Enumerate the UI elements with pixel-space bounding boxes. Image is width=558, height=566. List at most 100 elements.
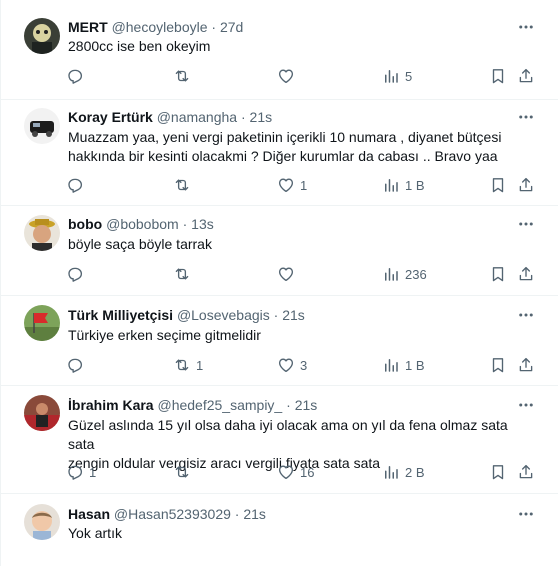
more-dots-icon[interactable] xyxy=(517,18,537,36)
tweet-header: Türk Milliyetçisi @Losevebagis · 21s xyxy=(68,306,305,324)
reply-button[interactable] xyxy=(66,355,89,375)
user-handle[interactable]: @Losevebagis xyxy=(177,307,270,323)
display-name[interactable]: MERT xyxy=(68,19,108,35)
view-count: 236 xyxy=(405,266,427,282)
display-name[interactable]: Hasan xyxy=(68,506,110,522)
reply-icon xyxy=(66,463,84,481)
bookmark-button[interactable] xyxy=(489,462,507,482)
share-button[interactable] xyxy=(517,462,535,482)
reply-button[interactable]: 1 xyxy=(66,462,96,482)
views-button[interactable]: 1 B xyxy=(382,355,425,375)
avatar[interactable] xyxy=(24,395,60,431)
more-dots-icon[interactable] xyxy=(517,108,537,126)
tweet-text: Yok artık xyxy=(68,524,538,543)
timestamp[interactable]: 13s xyxy=(191,216,214,232)
share-icon xyxy=(517,176,535,194)
tweet-header: Hasan @Hasan52393029 · 21s xyxy=(68,505,266,523)
timestamp[interactable]: 21s xyxy=(243,506,266,522)
user-handle[interactable]: @namangha xyxy=(157,109,237,125)
user-handle[interactable]: @hecoyleboyle xyxy=(112,19,208,35)
display-name[interactable]: İbrahim Kara xyxy=(68,397,154,413)
tweet-actions: 236 xyxy=(61,264,546,284)
views-button[interactable]: 236 xyxy=(382,264,427,284)
retweet-button[interactable] xyxy=(173,264,196,284)
tweet-ibrahim-kara[interactable]: İbrahim Kara @hedef25_sampiy_ · 21s Güze… xyxy=(1,386,558,494)
heart-icon xyxy=(277,463,295,481)
reply-button[interactable] xyxy=(66,175,89,195)
tweet-header: bobo @bobobom · 13s xyxy=(68,215,214,233)
share-icon xyxy=(517,67,535,85)
tweet-mert[interactable]: MERT @hecoyleboyle · 27d 2800cc ise ben … xyxy=(1,0,558,100)
user-handle[interactable]: @Hasan52393029 xyxy=(114,506,231,522)
like-button[interactable]: 1 xyxy=(277,175,307,195)
tweet-koray-erturk[interactable]: Koray Ertürk @namangha · 21s Muazzam yaa… xyxy=(1,100,558,206)
view-count: 5 xyxy=(405,68,413,84)
timestamp[interactable]: 21s xyxy=(282,307,305,323)
retweet-icon xyxy=(173,356,191,374)
avatar[interactable] xyxy=(24,18,60,54)
share-button[interactable] xyxy=(517,264,535,284)
retweet-button[interactable] xyxy=(173,462,196,482)
timestamp[interactable]: 21s xyxy=(295,397,318,413)
bookmark-icon xyxy=(489,176,507,194)
tweet-turk-milliyetcisi[interactable]: Türk Milliyetçisi @Losevebagis · 21s Tür… xyxy=(1,296,558,386)
share-button[interactable] xyxy=(517,66,535,86)
bookmark-button[interactable] xyxy=(489,175,507,195)
more-dots-icon[interactable] xyxy=(517,306,537,324)
views-button[interactable]: 2 B xyxy=(382,462,425,482)
like-button[interactable]: 16 xyxy=(277,462,314,482)
timestamp[interactable]: 27d xyxy=(220,19,243,35)
separator-dot: · xyxy=(211,19,217,35)
tweet-text: 2800cc ise ben okeyim xyxy=(68,37,538,56)
separator-dot: · xyxy=(234,506,240,522)
like-button[interactable] xyxy=(277,66,300,86)
tweet-hasan[interactable]: Hasan @Hasan52393029 · 21s Yok artık xyxy=(1,494,558,566)
bookmark-icon xyxy=(489,463,507,481)
views-button[interactable]: 5 xyxy=(382,66,412,86)
bookmark-icon xyxy=(489,356,507,374)
bookmark-button[interactable] xyxy=(489,264,507,284)
tweet-actions: 1 3 1 B xyxy=(61,355,546,375)
tweet-text-line: Yok artık xyxy=(68,525,122,541)
heart-icon xyxy=(277,67,295,85)
display-name[interactable]: Koray Ertürk xyxy=(68,109,153,125)
views-button[interactable]: 1 B xyxy=(382,175,425,195)
avatar[interactable] xyxy=(24,215,60,251)
retweet-button[interactable] xyxy=(173,175,196,195)
tweet-header: İbrahim Kara @hedef25_sampiy_ · 21s xyxy=(68,396,317,414)
reply-count: 1 xyxy=(89,464,97,480)
share-button[interactable] xyxy=(517,175,535,195)
retweet-button[interactable]: 1 xyxy=(173,355,203,375)
tweet-text-line: hakkında bir kesinti olacakmi ? Diğer ku… xyxy=(68,148,498,164)
timestamp[interactable]: 21s xyxy=(250,109,273,125)
avatar[interactable] xyxy=(24,504,60,540)
more-dots-icon[interactable] xyxy=(517,505,537,523)
display-name[interactable]: bobo xyxy=(68,216,102,232)
retweet-count: 1 xyxy=(196,357,204,373)
views-chart-icon xyxy=(382,356,400,374)
tweet-text-line: Türkiye erken seçime gitmelidir xyxy=(68,327,261,343)
avatar[interactable] xyxy=(24,108,60,144)
bookmark-button[interactable] xyxy=(489,66,507,86)
reply-icon xyxy=(66,265,84,283)
bookmark-button[interactable] xyxy=(489,355,507,375)
like-count: 1 xyxy=(300,177,308,193)
user-handle[interactable]: @hedef25_sampiy_ xyxy=(157,397,282,413)
more-dots-icon[interactable] xyxy=(517,396,537,414)
share-icon xyxy=(517,463,535,481)
reply-button[interactable] xyxy=(66,66,89,86)
avatar[interactable] xyxy=(24,305,60,341)
share-button[interactable] xyxy=(517,355,535,375)
reply-icon xyxy=(66,356,84,374)
tweet-bobo[interactable]: bobo @bobobom · 13s böyle saça böyle tar… xyxy=(1,206,558,296)
tweet-text: Türkiye erken seçime gitmelidir xyxy=(68,326,538,345)
display-name[interactable]: Türk Milliyetçisi xyxy=(68,307,173,323)
more-dots-icon[interactable] xyxy=(517,215,537,233)
views-chart-icon xyxy=(382,67,400,85)
tweet-header: MERT @hecoyleboyle · 27d xyxy=(68,18,243,36)
like-button[interactable]: 3 xyxy=(277,355,307,375)
retweet-button[interactable] xyxy=(173,66,196,86)
like-button[interactable] xyxy=(277,264,300,284)
user-handle[interactable]: @bobobom xyxy=(106,216,179,232)
reply-button[interactable] xyxy=(66,264,89,284)
